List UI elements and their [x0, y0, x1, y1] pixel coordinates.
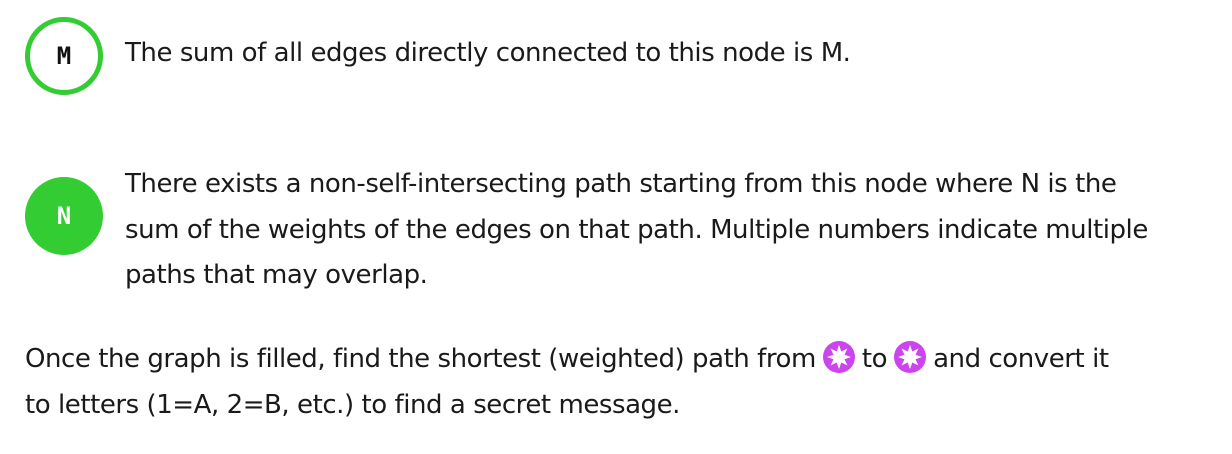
end-star-node-icon [894, 341, 927, 373]
instruction-text-before: Once the graph is filled, find the short… [25, 344, 816, 374]
filled-node-icon: N [25, 177, 103, 255]
rule-edge-sum-text: The sum of all edges directly connected … [125, 31, 851, 77]
outlined-node-label: M [56, 42, 72, 70]
instruction-line-1: Once the graph is filled, find the short… [25, 337, 1109, 383]
outlined-node-icon: M [25, 17, 103, 95]
start-star-node-icon [822, 341, 855, 373]
instruction-paragraph: Once the graph is filled, find the short… [25, 337, 1109, 428]
instruction-text-after: and convert it [933, 344, 1109, 374]
filled-node-label: N [56, 202, 72, 230]
rule-edge-sum-line-1: The sum of all edges directly connected … [125, 38, 851, 68]
rule-path-sum-line-3: paths that may overlap. [125, 260, 428, 290]
instruction-text-middle: to [861, 344, 888, 374]
instruction-line-2: to letters (1=A, 2=B, etc.) to find a se… [25, 389, 680, 420]
rule-path-sum-line-1: There exists a non-self-intersecting pat… [125, 169, 1117, 199]
rule-path-sum-line-2: sum of the weights of the edges on that … [125, 214, 1148, 245]
rule-path-sum-text: There exists a non-self-intersecting pat… [125, 162, 1148, 299]
